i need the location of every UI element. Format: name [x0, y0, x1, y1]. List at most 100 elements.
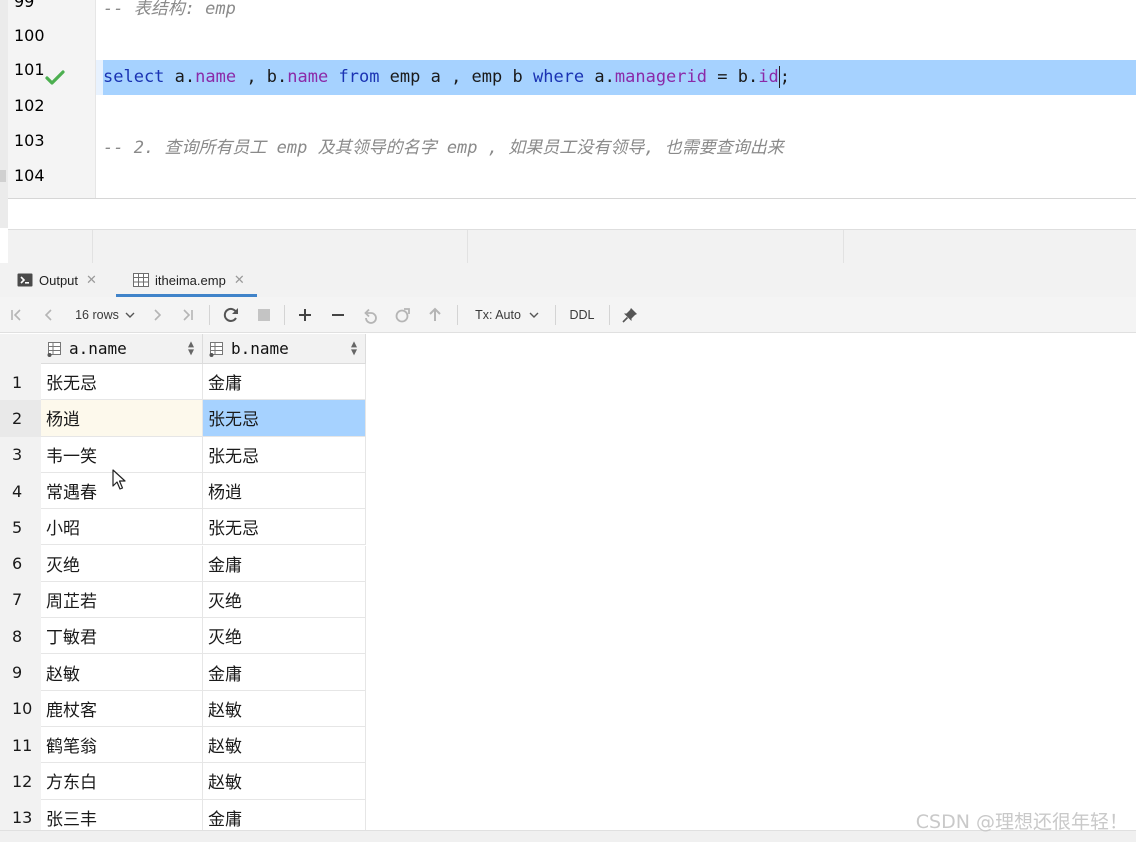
row-number[interactable]: 2: [0, 400, 41, 437]
sql-keyword: select: [103, 67, 165, 87]
code-sql-line[interactable]: select a.name , b.name from emp a , emp …: [103, 60, 790, 95]
sql-keyword: where: [532, 67, 585, 87]
tx-mode-dropdown[interactable]: Tx: Auto: [466, 297, 548, 333]
cell-b-name[interactable]: 杨逍: [203, 472, 366, 510]
check-icon[interactable]: [44, 60, 66, 95]
table-row[interactable]: 5 小昭 张无忌: [0, 509, 366, 546]
pin-icon[interactable]: [617, 297, 643, 333]
last-page-icon[interactable]: [176, 297, 200, 333]
row-number[interactable]: 4: [0, 473, 41, 509]
column-header-a-name[interactable]: a.name ▲ ▼: [41, 334, 203, 364]
column-header-b-name[interactable]: b.name ▲ ▼: [203, 334, 366, 364]
row-number[interactable]: 3: [0, 437, 41, 473]
row-number[interactable]: 9: [0, 654, 41, 690]
table-row[interactable]: 10 鹿杖客 赵敏: [0, 690, 366, 727]
cell-a-name[interactable]: 方东白: [41, 763, 203, 800]
row-number[interactable]: 10: [0, 691, 41, 727]
cell-a-name[interactable]: 赵敏: [41, 654, 203, 691]
next-page-icon[interactable]: [146, 297, 170, 333]
delete-row-icon[interactable]: [325, 297, 351, 333]
row-number[interactable]: 5: [0, 509, 41, 545]
watermark: CSDN @理想还很年轻！: [915, 811, 1128, 833]
row-number[interactable]: 6: [0, 546, 41, 582]
cell-b-name[interactable]: 张无忌: [203, 509, 366, 546]
sql-field: d: [768, 67, 779, 87]
cell-b-name[interactable]: 金庸: [203, 364, 366, 401]
close-icon[interactable]: ✕: [234, 272, 245, 288]
cell-a-name[interactable]: 小昭: [41, 509, 203, 546]
cell-b-name[interactable]: 灭绝: [203, 581, 366, 619]
cell-a-name[interactable]: 杨逍: [41, 400, 203, 437]
editor-divider: [8, 198, 1136, 199]
line-number: 102: [14, 96, 45, 115]
refresh-icon[interactable]: [218, 297, 244, 333]
cell-a-name[interactable]: 灭绝: [41, 545, 203, 582]
cell-a-name[interactable]: 韦一笑: [41, 436, 203, 473]
cell-a-name[interactable]: 周芷若: [41, 581, 203, 619]
ddl-label: DDL: [569, 308, 595, 322]
row-number[interactable]: 7: [0, 582, 41, 618]
cell-b-name[interactable]: 灭绝: [203, 618, 366, 655]
tab-label: Output: [39, 272, 79, 288]
submit-icon[interactable]: [422, 297, 448, 333]
table-row[interactable]: 1 张无忌 金庸: [0, 364, 366, 401]
column-icon: [209, 341, 223, 357]
sort-icon[interactable]: ▲ ▼: [188, 340, 194, 358]
cell-b-name[interactable]: 金庸: [203, 654, 366, 691]
tab-output[interactable]: Output ✕: [16, 263, 97, 297]
tx-mode-label: Tx: Auto: [475, 308, 521, 322]
sql-keyword: from: [338, 67, 380, 87]
sql-text: ;: [779, 67, 790, 87]
column-header-label: b.name: [231, 339, 289, 358]
prev-page-icon[interactable]: [36, 297, 60, 333]
table-row[interactable]: 12 方东白 赵敏: [0, 763, 366, 800]
cell-a-name[interactable]: 张无忌: [41, 364, 203, 401]
preview-changes-icon[interactable]: [390, 297, 416, 333]
add-row-icon[interactable]: [292, 297, 318, 333]
terminal-icon: [16, 273, 33, 288]
cell-b-name[interactable]: 张无忌: [203, 436, 366, 473]
row-number[interactable]: 11: [0, 727, 41, 763]
line-number: 100: [14, 26, 45, 45]
table-row[interactable]: 7 周芷若 灭绝: [0, 581, 366, 619]
tool-window-tabs: Output ✕ itheima.emp ✕: [0, 263, 1136, 297]
stop-icon[interactable]: [251, 297, 277, 333]
rows-count-dropdown[interactable]: 16 rows: [66, 297, 144, 333]
row-number[interactable]: 8: [0, 618, 41, 654]
cell-b-name[interactable]: 赵敏: [203, 763, 366, 800]
cell-a-name[interactable]: 丁敏君: [41, 618, 203, 655]
tab-label: itheima.emp: [155, 272, 226, 288]
table-row[interactable]: 3 韦一笑 张无忌: [0, 436, 366, 473]
sql-field: i: [758, 67, 769, 87]
cell-a-name[interactable]: 鹿杖客: [41, 690, 203, 727]
revert-icon[interactable]: [358, 297, 384, 333]
cell-b-name[interactable]: 张无忌: [203, 400, 366, 437]
cell-a-name[interactable]: 鹤笔翁: [41, 727, 203, 764]
chevron-down-icon: [125, 312, 135, 318]
cell-b-name[interactable]: 金庸: [203, 545, 366, 582]
sort-icon[interactable]: ▲ ▼: [351, 340, 357, 358]
sql-editor[interactable]: 99 100 101 102 103 104 -- 表结构: emp selec…: [0, 0, 1136, 198]
sql-text: = b.: [707, 67, 759, 87]
table-row[interactable]: 6 灭绝 金庸: [0, 545, 366, 582]
tab-itheima-emp[interactable]: itheima.emp ✕: [116, 263, 257, 297]
table-row[interactable]: 9 赵敏 金庸: [0, 654, 366, 691]
table-row[interactable]: 4 常遇春 杨逍: [0, 472, 366, 510]
table-row[interactable]: 11 鹤笔翁 赵敏: [0, 727, 366, 764]
code-comment-line: -- 表结构: emp: [103, 0, 236, 19]
cell-b-name[interactable]: 赵敏: [203, 690, 366, 727]
close-icon[interactable]: ✕: [86, 272, 97, 288]
first-page-icon[interactable]: [4, 297, 28, 333]
table-row[interactable]: 2 杨逍 张无忌: [0, 400, 366, 437]
table-row[interactable]: 8 丁敏君 灭绝: [0, 618, 366, 655]
table-icon: [132, 273, 149, 288]
line-number: 99: [14, 0, 35, 11]
cell-b-name[interactable]: 赵敏: [203, 727, 366, 764]
panel-splitter[interactable]: [8, 229, 1136, 264]
sql-text: a.: [164, 67, 196, 87]
result-grid[interactable]: a.name ▲ ▼ b.name ▲ ▼ 1 张无忌 金庸 2 杨逍 张无忌 3 韦一笑 张无忌 4…: [0, 334, 1136, 842]
row-number[interactable]: 12: [0, 763, 41, 799]
sql-field: managerid: [614, 67, 707, 87]
ddl-button[interactable]: DDL: [562, 297, 602, 333]
row-number[interactable]: 1: [0, 364, 41, 400]
